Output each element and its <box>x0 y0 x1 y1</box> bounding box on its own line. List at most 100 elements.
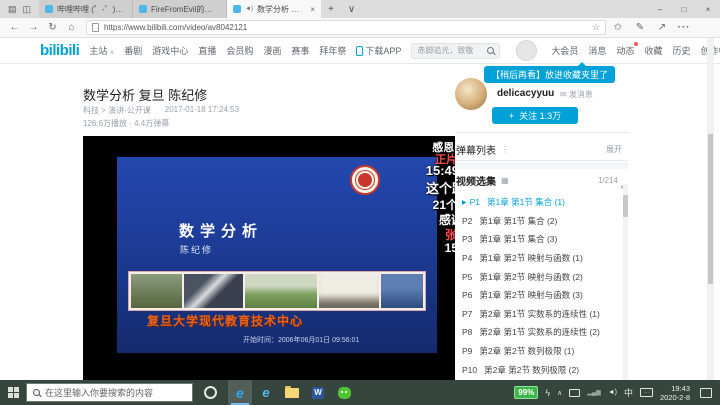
nav-item-manga[interactable]: 漫画 <box>263 44 281 57</box>
nav-item-game-center[interactable]: 游戏中心 <box>152 44 188 57</box>
grid-view-icon[interactable]: ▦ <box>501 176 509 185</box>
share-icon[interactable]: ↗ <box>652 22 672 33</box>
playlist-item-p8[interactable]: P8第2章 第1节 实数系的连续性 (2) <box>456 323 622 342</box>
network-icon[interactable]: ▂▄▆ <box>587 389 600 396</box>
follow-button[interactable]: + 关注 1.3万 <box>492 107 578 124</box>
nav-item-live[interactable]: 直播 <box>198 44 216 57</box>
start-button[interactable] <box>0 380 26 405</box>
taskbar-word-app[interactable]: W <box>306 380 330 405</box>
site-search-box[interactable] <box>411 43 500 59</box>
windows-taskbar: e e W 99% ϟ ∧ ▂▄▆ ◄) 中 ⋯ 19:43 2020-2-8 <box>0 380 720 405</box>
nav-item-vip[interactable]: 大会员 <box>551 44 578 57</box>
playlist-scrollbar[interactable] <box>623 184 628 380</box>
battery-indicator[interactable]: 99% <box>514 386 538 399</box>
tab-bilibili-home[interactable]: 哔哩哔哩 (゜-゜)つロ 干杯~ <box>39 0 133 18</box>
taskbar-ie-app[interactable]: e <box>254 380 278 405</box>
close-button[interactable]: × <box>696 0 720 18</box>
field-photo <box>245 274 317 308</box>
back-icon[interactable]: ← <box>6 22 23 33</box>
cortana-icon[interactable] <box>204 386 217 399</box>
taskbar-edge-app[interactable]: e <box>228 380 252 405</box>
touch-keyboard-icon[interactable]: ⋯ <box>640 388 653 397</box>
windows-logo-icon <box>8 387 19 398</box>
nav-item-anime[interactable]: 番剧 <box>124 44 142 57</box>
nav-item-home[interactable]: 主站 ∨ <box>89 44 114 57</box>
playlist-item-p10[interactable]: P10第2章 第2节 数列极限 (2) <box>456 360 622 379</box>
internet-explorer-icon: e <box>262 385 269 400</box>
file-explorer-icon <box>285 388 299 398</box>
tab-favicon <box>45 5 53 13</box>
kebab-menu-icon[interactable]: ⋮ <box>501 145 509 154</box>
url-field[interactable]: ☆ <box>86 20 606 35</box>
chevron-down-icon: ∨ <box>110 50 114 56</box>
playlist-item-p7[interactable]: P7第2章 第1节 实数系的连续性 (1) <box>456 305 622 324</box>
tab-title: 哔哩哔哩 (゜-゜)つロ 干杯~ <box>57 4 126 15</box>
expand-button[interactable]: 展开 <box>606 144 622 155</box>
set-tabs-aside-icon[interactable]: ▤ <box>8 4 17 15</box>
play-icon: ▶ <box>462 199 467 206</box>
uploader-avatar[interactable] <box>455 78 487 110</box>
nav-item-download-app[interactable]: 下载APP <box>356 44 401 57</box>
action-center-icon[interactable] <box>700 388 712 398</box>
forward-icon[interactable]: → <box>25 22 42 33</box>
site-search-input[interactable] <box>417 46 487 55</box>
playlist-item-p3[interactable]: P3第1章 第1节 集合 (3) <box>456 230 622 249</box>
playlist-item-p1[interactable]: ▶ P1 第1章 第1节 集合 (1) <box>456 193 622 212</box>
tab-user-space[interactable]: FireFromEvil的个人空间 - 哔 <box>133 0 227 18</box>
monitor-icon[interactable] <box>569 389 580 397</box>
more-menu-icon[interactable]: ··· <box>674 22 694 33</box>
restore-tabs-icon[interactable]: ◫ <box>23 4 32 15</box>
nav-item-favorites[interactable]: 收藏 <box>644 44 662 57</box>
web-note-icon[interactable]: ✎ <box>630 22 650 33</box>
nav-item-feed[interactable]: 动态 <box>616 44 634 57</box>
video-title: 数学分析 复旦 陈纪修 <box>83 85 207 104</box>
tab-preview-chevron-icon[interactable]: ∨ <box>341 0 362 18</box>
new-tab-button[interactable]: + <box>321 0 341 18</box>
nav-item-shop[interactable]: 会员购 <box>226 44 253 57</box>
ime-indicator[interactable]: 中 <box>624 386 633 399</box>
page-scrollbar[interactable] <box>707 38 714 380</box>
taskbar-search-box[interactable] <box>26 383 193 402</box>
tray-expand-icon[interactable]: ∧ <box>557 389 562 397</box>
playlist-item-p5[interactable]: P5第1章 第2节 映射与函数 (2) <box>456 267 622 286</box>
add-favorite-star-icon[interactable]: ☆ <box>592 22 600 33</box>
url-input[interactable] <box>104 23 585 32</box>
tab-close-icon[interactable]: × <box>310 5 315 14</box>
uploader-name[interactable]: delicacyyuu <box>497 88 554 99</box>
playlist-item-p6[interactable]: P6第1章 第2节 映射与函数 (3) <box>456 286 622 305</box>
hub-favorites-icon[interactable]: ✩ <box>608 22 628 33</box>
video-player[interactable]: 数学分析 陈纪修 复旦大学现代教育技术中心 开始时间：2006年06月01日 0… <box>83 136 455 380</box>
playlist-scrollbar-thumb[interactable] <box>623 195 628 217</box>
send-message-link[interactable]: ✉ 发消息 <box>560 89 593 100</box>
playlist-item-p2[interactable]: P2第1章 第1节 集合 (2) <box>456 212 622 231</box>
playlist-item-p4[interactable]: P4第1章 第2节 映射与函数 (1) <box>456 249 622 268</box>
nav-item-history[interactable]: 历史 <box>672 44 690 57</box>
taskbar-wechat-app[interactable] <box>332 380 356 405</box>
minimize-button[interactable]: – <box>648 0 672 18</box>
playlist-index: 1/214 <box>598 176 618 185</box>
danmaku-comment: 这个跟 <box>426 178 455 197</box>
building-photo <box>381 274 423 308</box>
taskbar-search-input[interactable] <box>45 388 186 398</box>
taskbar-explorer-app[interactable] <box>280 380 304 405</box>
speaker-icon[interactable]: ◄) <box>608 389 617 396</box>
nav-item-messages[interactable]: 消息 <box>588 44 606 57</box>
taskbar-clock[interactable]: 19:43 2020-2-8 <box>660 384 690 402</box>
maximize-button[interactable]: □ <box>672 0 696 18</box>
classroom-photo <box>184 274 243 308</box>
bilibili-logo[interactable]: bilibili <box>40 42 79 59</box>
nav-avatar[interactable] <box>516 40 537 61</box>
edge-address-bar: ← → ↻ ⌂ ☆ ✩ ✎ ↗ ··· <box>0 18 720 38</box>
refresh-icon[interactable]: ↻ <box>44 22 61 33</box>
phone-icon <box>356 46 363 56</box>
tab-video-active[interactable]: ◄) 数学分析 复旦 陈纪 × <box>227 0 321 18</box>
playlist-item-p9[interactable]: P9第2章 第2节 数列极限 (1) <box>456 342 622 361</box>
page-scrollbar-thumb[interactable] <box>708 134 713 284</box>
search-icon[interactable] <box>487 47 494 54</box>
home-icon[interactable]: ⌂ <box>63 22 80 33</box>
audio-playing-icon[interactable]: ◄) <box>245 6 253 12</box>
nav-item-esports[interactable]: 赛事 <box>291 44 309 57</box>
video-category-breadcrumb[interactable]: 科技 > 演讲·公开课 <box>83 105 151 116</box>
nav-item-festival[interactable]: 拜年祭 <box>319 44 346 57</box>
danmaku-list-header[interactable]: 弹幕列表 ⋮ 展开 <box>456 139 628 161</box>
